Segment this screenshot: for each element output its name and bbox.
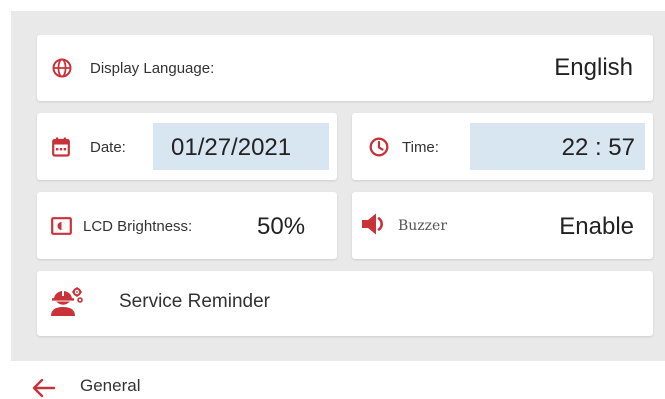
time-value: 22 : 57: [561, 134, 635, 161]
calendar-icon: [52, 137, 70, 157]
display-language-value[interactable]: English: [554, 54, 633, 82]
time-label: Time:: [402, 139, 439, 156]
display-language-row[interactable]: Display Language: English: [37, 35, 653, 101]
buzzer-card[interactable]: Buzzer Enable: [352, 192, 653, 259]
brightness-icon: [51, 217, 72, 235]
page-title: General: [80, 376, 141, 395]
technician-icon: [51, 287, 83, 316]
service-reminder-row[interactable]: Service Reminder: [37, 271, 653, 336]
speaker-icon: [362, 213, 383, 235]
buzzer-value[interactable]: Enable: [559, 213, 634, 241]
time-field[interactable]: 22 : 57: [470, 123, 645, 170]
date-field[interactable]: 01/27/2021: [153, 123, 329, 170]
date-value: 01/27/2021: [171, 134, 292, 161]
lcd-brightness-value[interactable]: 50%: [257, 213, 305, 241]
back-arrow-icon[interactable]: [32, 378, 56, 398]
time-card: Time: 22 : 57: [352, 113, 653, 180]
lcd-brightness-label: LCD Brightness:: [83, 218, 193, 235]
display-language-label: Display Language:: [90, 60, 215, 77]
lcd-brightness-card[interactable]: LCD Brightness: 50%: [37, 192, 337, 259]
buzzer-label: Buzzer: [398, 218, 448, 234]
date-card: Date: 01/27/2021: [37, 113, 337, 180]
date-label: Date:: [90, 139, 126, 156]
service-reminder-label: Service Reminder: [119, 291, 270, 312]
globe-icon: [52, 58, 72, 78]
clock-icon: [369, 137, 389, 157]
